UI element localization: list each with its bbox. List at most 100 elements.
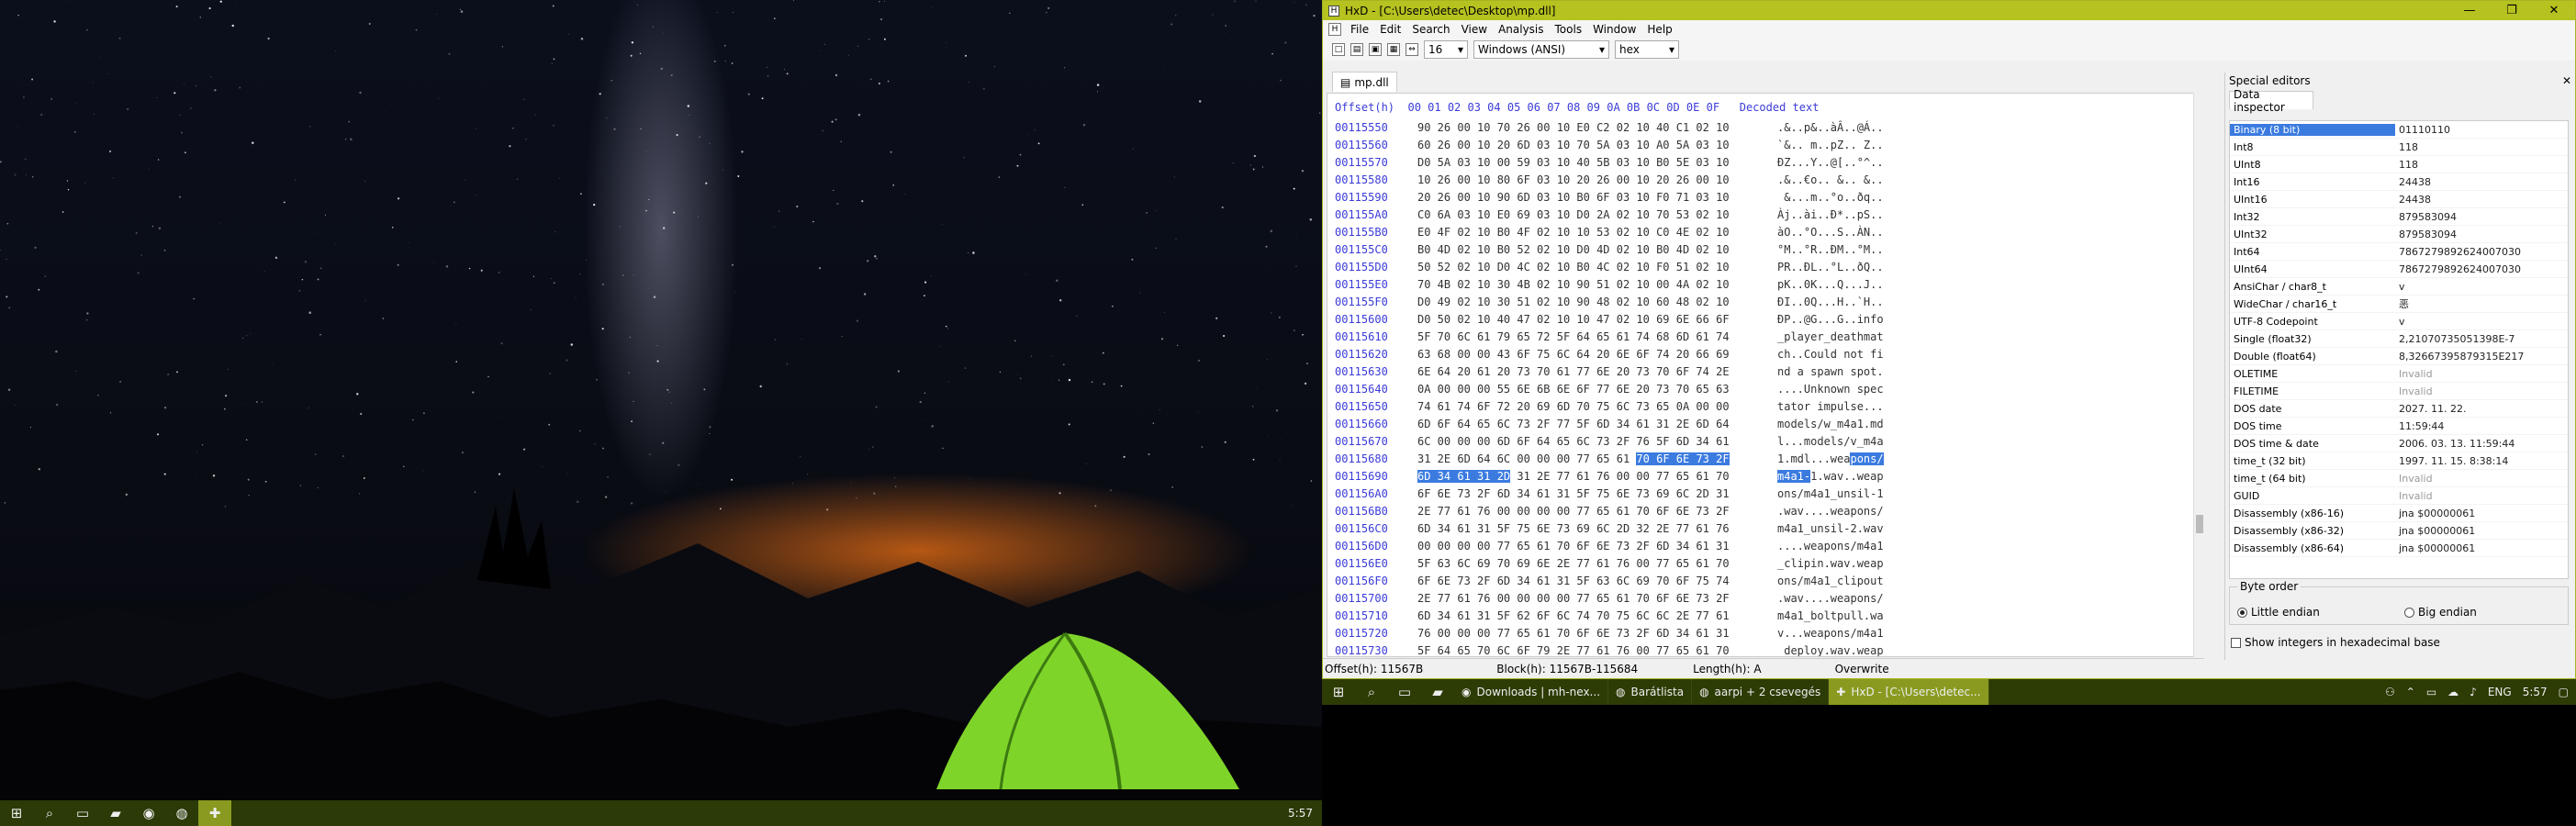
row-hex[interactable]: 0A 00 00 00 55 6E 6B 6E 6F 77 6E 20 73 7…	[1417, 381, 1770, 398]
row-hex[interactable]: 10 26 00 10 80 6F 03 10 20 26 00 10 20 2…	[1417, 172, 1770, 189]
inspector-row[interactable]: FILETIME Invalid	[2230, 383, 2568, 400]
inspector-value[interactable]: 7867279892624007030	[2395, 246, 2521, 258]
row-decoded[interactable]: nd a spawn spot.	[1777, 363, 1897, 381]
row-decoded[interactable]: ch..Could not fi	[1777, 346, 1897, 363]
search-icon[interactable]: ⌕	[33, 800, 66, 826]
inspector-value[interactable]: v	[2395, 281, 2405, 293]
inspector-value[interactable]: 2027. 11. 22.	[2395, 403, 2466, 415]
hex-row[interactable]: 00115560 60 26 00 10 20 6D 03 10 70 5A 03…	[1335, 137, 2198, 154]
hex-row[interactable]: 001156E0 5F 63 6C 69 70 69 6E 2E 77 61 76…	[1335, 555, 2198, 573]
inspector-row[interactable]: time_t (64 bit) Invalid	[2230, 470, 2568, 487]
inspector-row[interactable]: Disassembly (x86-32) jna $00000061	[2230, 522, 2568, 540]
menu-edit[interactable]: Edit	[1374, 23, 1406, 36]
inspector-row[interactable]: DOS date 2027. 11. 22.	[2230, 400, 2568, 418]
inspector-row[interactable]: Disassembly (x86-16) jna $00000061	[2230, 505, 2568, 522]
hex-row[interactable]: 001155B0 E0 4F 02 10 B0 4F 02 10 10 53 02…	[1335, 224, 2198, 241]
little-endian-radio[interactable]: Little endian	[2237, 606, 2320, 619]
hex-row[interactable]: 001155D0 50 52 02 10 D0 4C 02 10 B0 4C 02…	[1335, 259, 2198, 276]
close-icon[interactable]: ✕	[2533, 4, 2575, 17]
row-decoded[interactable]: m4a1-1.wav..weap	[1777, 468, 1897, 486]
row-hex[interactable]: D0 5A 03 10 00 59 03 10 40 5B 03 10 B0 5…	[1417, 154, 1770, 172]
encoding-select[interactable]: Windows (ANSI) ▾	[1473, 40, 1609, 59]
row-hex[interactable]: 6D 34 61 31 5F 62 6F 6C 74 70 75 6C 6C 2…	[1417, 608, 1770, 625]
inspector-value[interactable]: 7867279892624007030	[2395, 263, 2521, 275]
inspector-row[interactable]: Binary (8 bit) 01110110	[2230, 121, 2568, 139]
task-view-icon[interactable]: ▭	[1388, 679, 1421, 705]
hex-row[interactable]: 00115570 D0 5A 03 10 00 59 03 10 40 5B 03…	[1335, 154, 2198, 172]
row-decoded[interactable]: l...models/v_m4a	[1777, 433, 1897, 451]
row-hex[interactable]: 5F 64 65 70 6C 6F 79 2E 77 61 76 00 77 6…	[1417, 642, 1770, 656]
row-decoded[interactable]: `&.. m..pZ.. Z..	[1777, 137, 1897, 154]
row-hex[interactable]: 63 68 00 00 43 6F 75 6C 64 20 6E 6F 74 2…	[1417, 346, 1770, 363]
row-decoded[interactable]: °M..°R..ÐM..°M..	[1777, 241, 1897, 259]
inspector-value[interactable]: 118	[2395, 141, 2418, 153]
hxd-icon[interactable]: ✚	[198, 800, 231, 826]
row-hex[interactable]: 5F 70 6C 61 79 65 72 5F 64 65 61 74 68 6…	[1417, 329, 1770, 346]
inspector-row[interactable]: UInt8 118	[2230, 156, 2568, 173]
title-bar[interactable]: H HxD - [C:\Users\detec\Desktop\mp.dll] …	[1323, 1, 2575, 20]
row-decoded[interactable]: _clipin.wav.weap	[1777, 555, 1897, 573]
hex-row[interactable]: 00115630 6E 64 20 61 20 73 70 61 77 6E 20…	[1335, 363, 2198, 381]
columns-icon[interactable]: ⇔	[1406, 43, 1418, 56]
row-hex[interactable]: B0 4D 02 10 B0 52 02 10 D0 4D 02 10 B0 4…	[1417, 241, 1770, 259]
row-decoded[interactable]: ....Unknown spec	[1777, 381, 1897, 398]
row-decoded[interactable]: .&..p&..àÂ..@Á..	[1777, 119, 1897, 137]
row-decoded[interactable]: _deploy.wav.weap	[1777, 642, 1897, 656]
hex-row[interactable]: 00115720 76 00 00 00 77 65 61 70 6F 6E 73…	[1335, 625, 2198, 642]
big-endian-radio[interactable]: Big endian	[2404, 606, 2477, 619]
hex-row[interactable]: 001155E0 70 4B 02 10 30 4B 02 10 90 51 02…	[1335, 276, 2198, 294]
hex-row[interactable]: 00115580 10 26 00 10 80 6F 03 10 20 26 00…	[1335, 172, 2198, 189]
steam-icon[interactable]: ◍	[165, 800, 198, 826]
display-select[interactable]: hex ▾	[1615, 40, 1679, 59]
inspector-value[interactable]: Invalid	[2395, 368, 2433, 380]
hex-row[interactable]: 00115650 74 61 74 6F 72 20 69 6D 70 75 6C…	[1335, 398, 2198, 416]
inspector-value[interactable]: 2,21070735051398E-7	[2395, 333, 2514, 345]
network-icon[interactable]: ☁	[2447, 686, 2458, 698]
hex-row[interactable]: 00115670 6C 00 00 00 6D 6F 64 65 6C 73 2F…	[1335, 433, 2198, 451]
task-view-icon[interactable]: ▭	[66, 800, 99, 826]
row-decoded[interactable]: ÐI..0Q...H..`H..	[1777, 294, 1897, 311]
hex-row[interactable]: 001156B0 2E 77 61 76 00 00 00 00 77 65 61…	[1335, 503, 2198, 520]
row-hex[interactable]: 60 26 00 10 20 6D 03 10 70 5A 03 10 A0 5…	[1417, 137, 1770, 154]
inspector-row[interactable]: time_t (32 bit) 1997. 11. 15. 8:38:14	[2230, 452, 2568, 470]
open-file-icon[interactable]: ▤	[1350, 43, 1363, 56]
inspector-row[interactable]: Int16 24438	[2230, 173, 2568, 191]
row-hex[interactable]: D0 49 02 10 30 51 02 10 90 48 02 10 60 4…	[1417, 294, 1770, 311]
task-steam-friends[interactable]: ◍ Barátlista	[1608, 679, 1693, 705]
file-explorer-icon[interactable]: ▰	[99, 800, 132, 826]
hex-row[interactable]: 00115600 D0 50 02 10 40 47 02 10 10 47 02…	[1335, 311, 2198, 329]
row-decoded[interactable]: àO..°O...S..ÀN..	[1777, 224, 1897, 241]
file-tab[interactable]: ▤ mp.dll	[1332, 72, 1397, 92]
inspector-value[interactable]: 01110110	[2395, 124, 2450, 136]
row-hex[interactable]: 20 26 00 10 90 6D 03 10 B0 6F 03 10 F0 7…	[1417, 189, 1770, 206]
hex-scrollbar[interactable]	[2193, 93, 2204, 657]
hex-row[interactable]: 001156F0 6F 6E 73 2F 6D 34 61 31 5F 63 6C…	[1335, 573, 2198, 590]
restore-icon[interactable]: ❐	[2491, 4, 2533, 17]
row-hex[interactable]: E0 4F 02 10 B0 4F 02 10 10 53 02 10 C0 4…	[1417, 224, 1770, 241]
row-decoded[interactable]: .&..€o.. &.. &..	[1777, 172, 1897, 189]
inspector-value[interactable]: 8,32667395879315E217	[2395, 351, 2524, 363]
menu-file[interactable]: File	[1345, 23, 1374, 36]
row-decoded[interactable]: m4a1_boltpull.wa	[1777, 608, 1897, 625]
print-icon[interactable]: ▦	[1387, 43, 1400, 56]
windows-icon[interactable]: ⊞	[0, 800, 33, 826]
inspector-value[interactable]: 24438	[2395, 194, 2431, 206]
row-hex[interactable]: 6E 64 20 61 20 73 70 61 77 6E 20 73 70 6…	[1417, 363, 1770, 381]
inspector-value[interactable]: 2006. 03. 13. 11:59:44	[2395, 438, 2514, 450]
hex-view[interactable]: Offset(h) 00 01 02 03 04 05 06 07 08 09 …	[1327, 93, 2204, 657]
row-decoded[interactable]: tator impulse...	[1777, 398, 1897, 416]
language-indicator[interactable]: ENG	[2488, 686, 2512, 698]
battery-icon[interactable]: ▭	[2426, 686, 2436, 698]
hex-row[interactable]: 001156D0 00 00 00 00 77 65 61 70 6F 6E 73…	[1335, 538, 2198, 555]
row-hex[interactable]: 6D 6F 64 65 6C 73 2F 77 5F 6D 34 61 31 2…	[1417, 416, 1770, 433]
menu-tools[interactable]: Tools	[1550, 23, 1588, 36]
save-icon[interactable]: ▣	[1369, 43, 1382, 56]
inspector-row[interactable]: GUID Invalid	[2230, 487, 2568, 505]
row-hex[interactable]: 6F 6E 73 2F 6D 34 61 31 5F 75 6E 73 69 6…	[1417, 486, 1770, 503]
row-decoded[interactable]: ÐP..@G...G..info	[1777, 311, 1897, 329]
row-decoded[interactable]: ons/m4a1_unsil-1	[1777, 486, 1897, 503]
row-hex[interactable]: 6C 00 00 00 6D 6F 64 65 6C 73 2F 76 5F 6…	[1417, 433, 1770, 451]
menu-search[interactable]: Search	[1406, 23, 1455, 36]
inspector-value[interactable]: 879583094	[2395, 211, 2457, 223]
row-decoded[interactable]: PR..ÐL..°L..ðQ..	[1777, 259, 1897, 276]
